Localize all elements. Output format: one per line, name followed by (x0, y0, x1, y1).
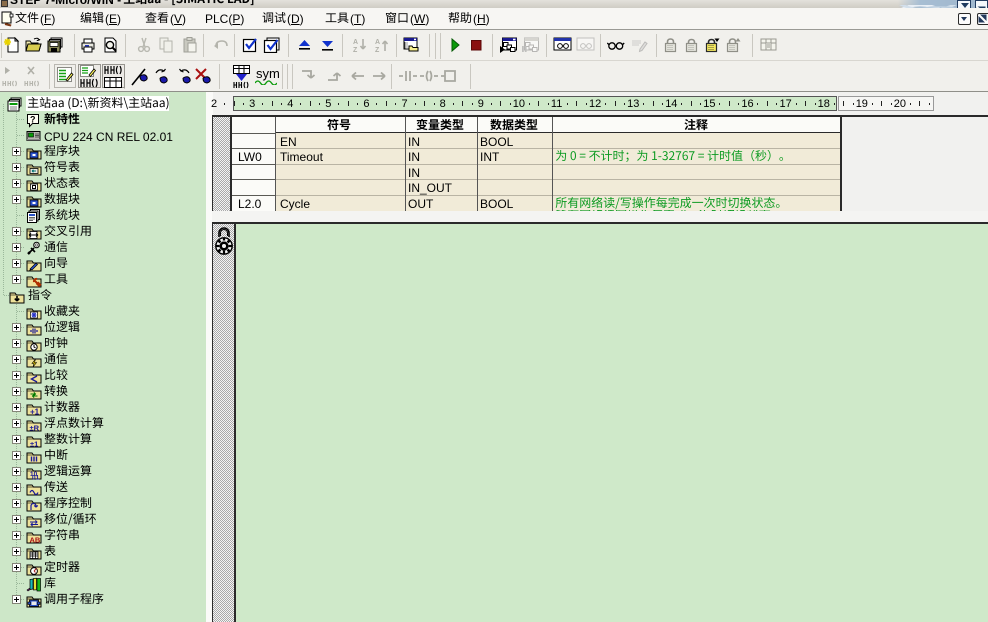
svg-text:A: A (375, 39, 380, 46)
svg-text:?: ? (30, 114, 36, 124)
svg-text:A: A (353, 39, 358, 46)
svg-text:Z: Z (353, 47, 358, 53)
svg-text:01: 01 (32, 474, 40, 480)
svg-text:±1: ±1 (30, 439, 38, 448)
svg-text:±R: ±R (30, 423, 40, 432)
svg-text:AB: AB (30, 535, 41, 544)
svg-text:Z: Z (375, 47, 380, 53)
svg-text:+1: +1 (30, 407, 40, 416)
